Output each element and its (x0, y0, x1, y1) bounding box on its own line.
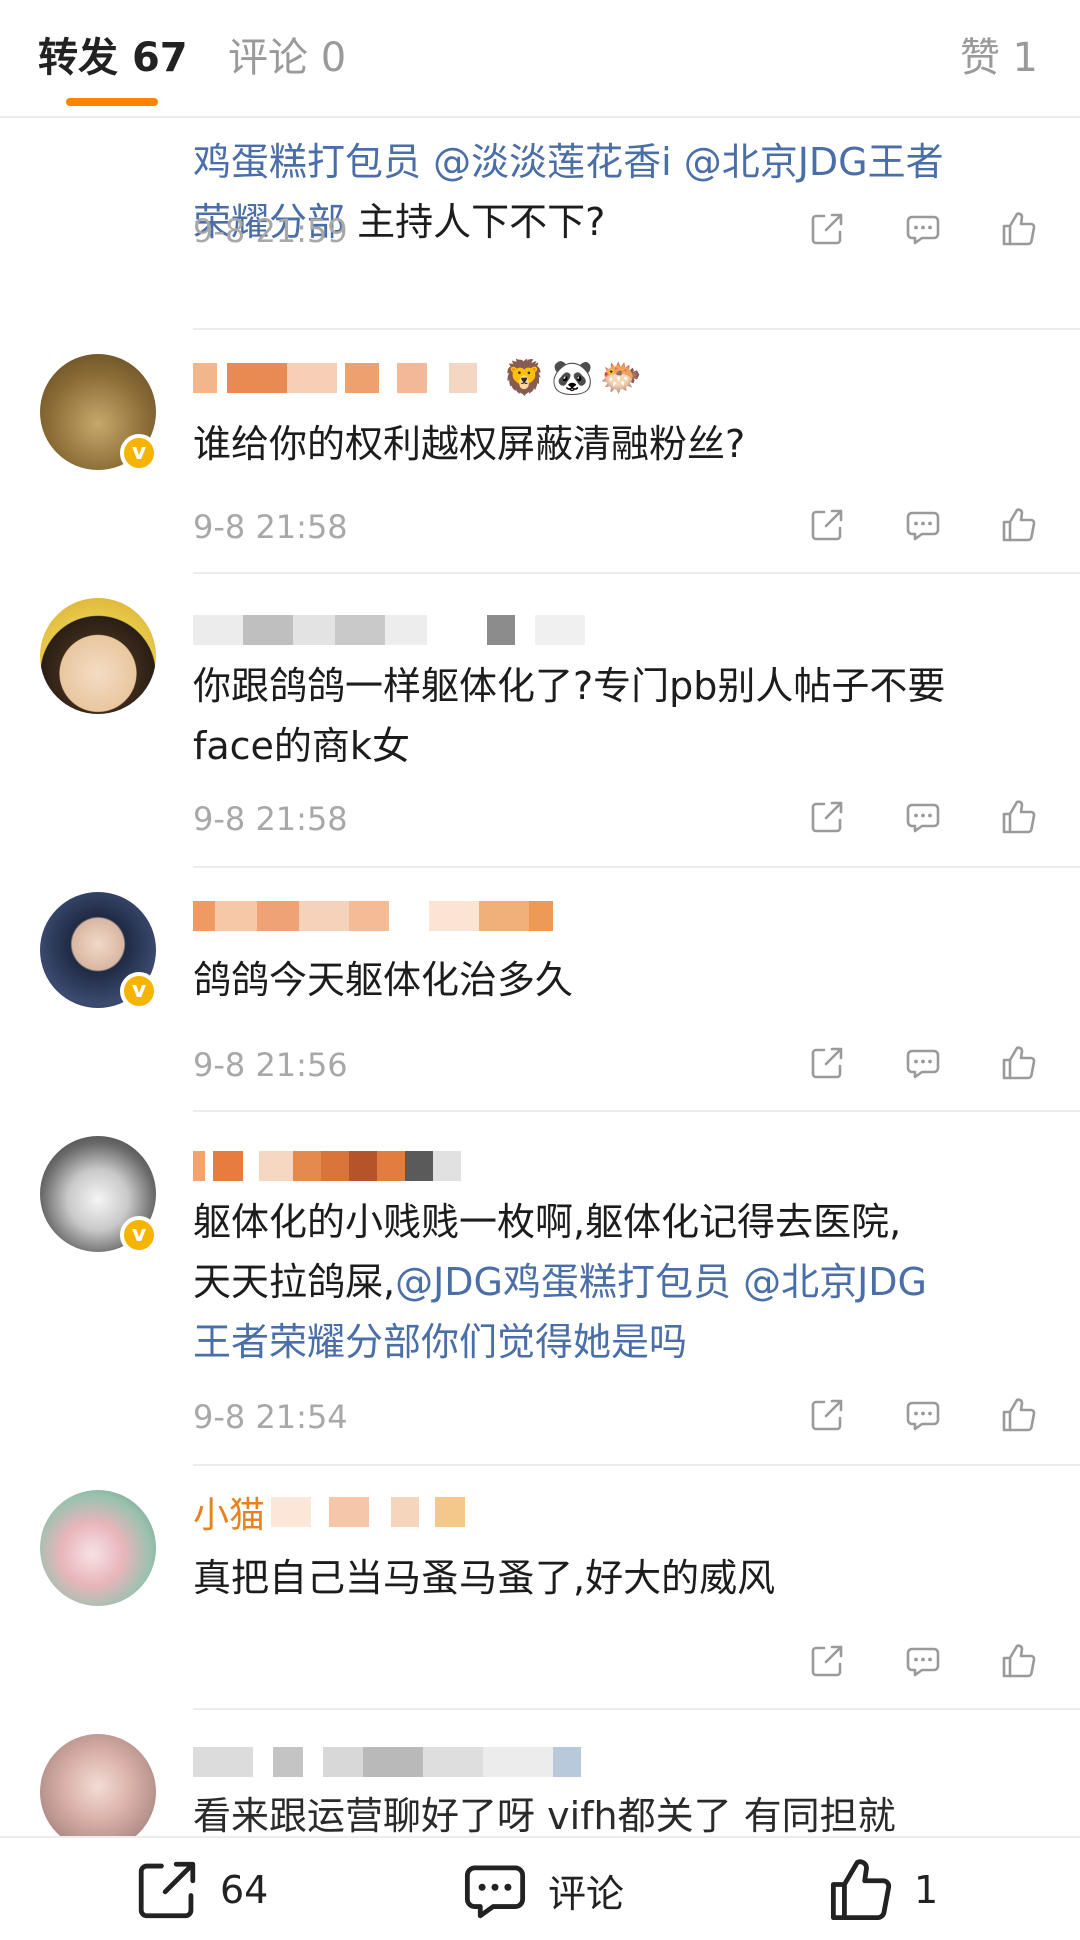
share-icon[interactable] (808, 1044, 846, 1082)
avatar[interactable] (40, 1490, 156, 1606)
tab-repost-label: 转发 (38, 35, 118, 81)
repost-count: 64 (220, 1868, 269, 1912)
timestamp: 9-8 21:58 (193, 508, 348, 546)
comment-text: 谁给你的权利越权屏蔽清融粉丝? (193, 422, 746, 466)
verified-badge: v (120, 434, 158, 472)
tab-comment[interactable]: 评论 0 (228, 32, 346, 84)
user-name[interactable] (193, 1740, 581, 1784)
repost-list[interactable]: 鸡蛋糕打包员 @淡淡莲花香i @北京JDG王者 荣耀分部 主持人下不下? 9-8… (0, 118, 1080, 1836)
avatar[interactable]: v (40, 892, 158, 1010)
comment-icon[interactable] (904, 1396, 942, 1434)
thumbs-up-icon (830, 1859, 892, 1921)
comment-icon[interactable] (904, 506, 942, 544)
comment-text: 鸽鸽今天躯体化治多久 (193, 958, 574, 1002)
share-icon[interactable] (808, 506, 846, 544)
timestamp: 9-8 21:58 (193, 800, 348, 838)
list-item: 小猫 真把自己当马蚤马蚤了,好大的威风 (0, 1466, 1080, 1710)
fish-icon: 🐡 (599, 358, 643, 398)
repost-button[interactable]: 64 (132, 1838, 268, 1940)
thumbs-up-icon[interactable] (1000, 1642, 1038, 1680)
comment-text: 你跟鸽鸽一样躯体化了?专门pb别人帖子不要 face的商k女 (193, 664, 946, 768)
mention-link[interactable]: 鸡蛋糕打包员 @淡淡莲花香i @北京JDG王者 (193, 140, 944, 184)
mention-link[interactable]: @JDG鸡蛋糕打包员 @北京JDG (395, 1260, 927, 1304)
emoji-badge-icon: 🦁 (503, 358, 546, 398)
comment-icon[interactable] (904, 210, 942, 248)
list-item: 鸡蛋糕打包员 @淡淡莲花香i @北京JDG王者 荣耀分部 主持人下不下? 9-8… (0, 118, 1080, 330)
user-name-text: 小猫 (193, 1495, 266, 1536)
share-icon (138, 1861, 196, 1919)
action-row (808, 210, 1038, 248)
tab-repost[interactable]: 转发 67 (38, 32, 188, 84)
action-row (808, 506, 1038, 544)
user-name[interactable] (193, 1144, 461, 1188)
user-name[interactable] (193, 608, 585, 652)
verified-badge: v (120, 1216, 158, 1254)
comment-icon (464, 1865, 526, 1919)
action-row (808, 1044, 1038, 1082)
share-icon[interactable] (808, 1396, 846, 1434)
action-row (808, 798, 1038, 836)
thumbs-up-icon[interactable] (1000, 506, 1038, 544)
panda-icon: 🐼 (551, 358, 594, 398)
tab-like[interactable]: 赞 1 (960, 32, 1038, 84)
list-item: 你跟鸽鸽一样躯体化了?专门pb别人帖子不要 face的商k女 9-8 21:58 (0, 574, 1080, 868)
bottom-action-bar: 64 评论 1 (0, 1836, 1080, 1940)
tab-comment-count: 0 (320, 35, 347, 81)
comment-icon[interactable] (904, 1642, 942, 1680)
share-icon[interactable] (808, 210, 846, 248)
comment-text-plain: 主持人下不下? (345, 200, 606, 244)
user-name[interactable]: 小猫 (193, 1490, 466, 1536)
share-icon[interactable] (808, 798, 846, 836)
thumbs-up-icon[interactable] (1000, 1044, 1038, 1082)
action-row (808, 1396, 1038, 1434)
avatar[interactable] (40, 598, 156, 714)
like-button[interactable]: 1 (826, 1838, 938, 1940)
tab-like-label: 赞 (959, 35, 1000, 81)
share-icon[interactable] (808, 1642, 846, 1680)
timestamp: 9-8 21:56 (193, 1046, 348, 1084)
timestamp: 9-8 21:59 (193, 212, 348, 250)
thumbs-up-icon[interactable] (1000, 1396, 1038, 1434)
mention-link[interactable]: 王者荣耀分部你们觉得她是吗 (193, 1320, 687, 1364)
tab-bar: 转发 67 评论 0 赞 1 (0, 0, 1080, 118)
avatar[interactable]: v (40, 1136, 158, 1254)
comment-icon[interactable] (904, 798, 942, 836)
tab-repost-count: 67 (131, 35, 188, 81)
thumbs-up-icon[interactable] (1000, 798, 1038, 836)
list-item: v 鸽鸽今天躯体化治多久 9-8 21:56 (0, 868, 1080, 1112)
comment-text: 躯体化的小贱贱一枚啊,躯体化记得去医院, 天天拉鸽屎,@JDG鸡蛋糕打包员 @北… (193, 1200, 928, 1364)
like-count: 1 (914, 1868, 939, 1912)
comment-label: 评论 (548, 1871, 625, 1916)
tab-comment-label: 评论 (228, 35, 308, 81)
comment-icon[interactable] (904, 1044, 942, 1082)
list-item: v 🦁 🐼 🐡 谁给你的权利越权屏蔽清融粉丝? 9-8 21:58 (0, 330, 1080, 574)
avatar[interactable]: v (40, 354, 158, 472)
tab-like-count: 1 (1012, 35, 1038, 81)
comment-button[interactable]: 评论 (460, 1838, 624, 1940)
action-row (808, 1642, 1038, 1680)
active-tab-indicator (66, 98, 158, 106)
timestamp: 9-8 21:54 (193, 1398, 348, 1436)
list-item: 看来跟运营聊好了呀 vifh都关了 有同担就 (0, 1710, 1080, 1836)
user-name[interactable]: 🦁 🐼 🐡 (193, 356, 642, 400)
comment-text: 看来跟运营聊好了呀 vifh都关了 有同担就 (193, 1794, 896, 1836)
comment-text: 真把自己当马蚤马蚤了,好大的威风 (193, 1556, 776, 1600)
verified-badge: v (120, 972, 158, 1010)
list-item: v 躯体化的小贱贱一枚啊,躯体化记得去医院, 天天拉鸽屎,@JDG鸡蛋糕打包员 … (0, 1112, 1080, 1466)
thumbs-up-icon[interactable] (1000, 210, 1038, 248)
avatar[interactable] (40, 1734, 156, 1836)
user-name[interactable] (193, 894, 553, 938)
